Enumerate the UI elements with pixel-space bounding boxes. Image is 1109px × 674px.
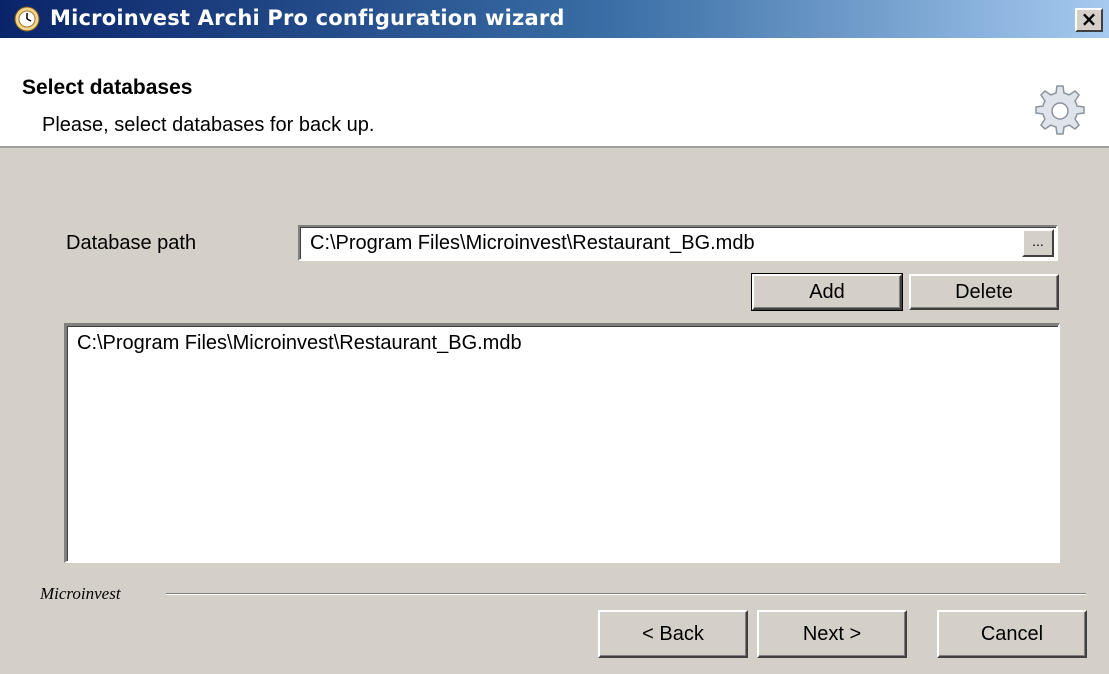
add-button[interactable]: Add bbox=[751, 273, 903, 311]
database-path-input[interactable]: C:\Program Files\Microinvest\Restaurant_… bbox=[298, 225, 1058, 261]
browse-button[interactable]: ... bbox=[1022, 229, 1054, 257]
close-button[interactable]: × bbox=[1075, 8, 1103, 32]
wizard-window: Microinvest Archi Pro configuration wiza… bbox=[0, 0, 1109, 674]
page-subtitle: Please, select databases for back up. bbox=[42, 114, 375, 136]
next-button[interactable]: Next > bbox=[757, 610, 907, 658]
page-title: Select databases bbox=[22, 76, 193, 99]
brand-label: Microinvest bbox=[40, 584, 121, 603]
list-item[interactable]: C:\Program Files\Microinvest\Restaurant_… bbox=[77, 332, 522, 355]
wizard-header: Select databases Please, select database… bbox=[0, 38, 1109, 148]
cancel-button[interactable]: Cancel bbox=[937, 610, 1087, 658]
delete-button[interactable]: Delete bbox=[909, 274, 1059, 310]
title-bar[interactable]: Microinvest Archi Pro configuration wiza… bbox=[0, 0, 1109, 38]
clock-globe-icon bbox=[14, 6, 40, 32]
database-path-value: C:\Program Files\Microinvest\Restaurant_… bbox=[310, 232, 755, 254]
footer-divider bbox=[166, 593, 1086, 595]
database-path-label: Database path bbox=[66, 232, 197, 254]
database-list[interactable]: C:\Program Files\Microinvest\Restaurant_… bbox=[64, 323, 1060, 563]
back-button[interactable]: < Back bbox=[598, 610, 748, 658]
window-title: Microinvest Archi Pro configuration wiza… bbox=[50, 6, 565, 30]
gear-icon bbox=[1035, 85, 1085, 135]
